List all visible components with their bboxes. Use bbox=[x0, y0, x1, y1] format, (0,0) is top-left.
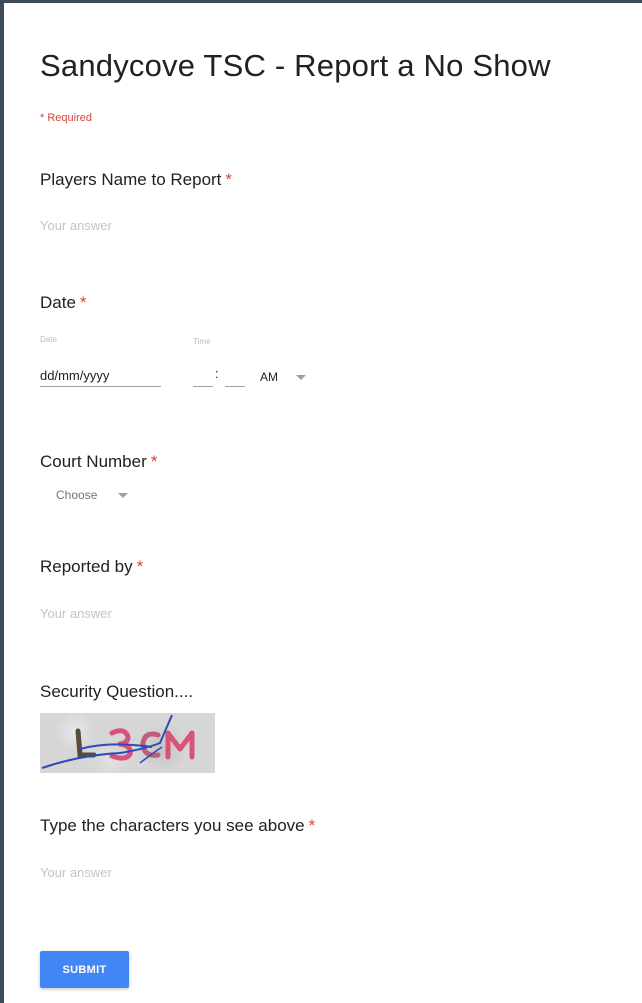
question-captcha-answer: Type the characters you see above * bbox=[40, 816, 315, 836]
ampm-value: AM bbox=[260, 370, 278, 384]
captcha-answer-input[interactable]: Your answer bbox=[40, 865, 112, 880]
question-security: Security Question.... bbox=[40, 682, 194, 701]
court-number-selected: Choose bbox=[56, 488, 98, 502]
chevron-down-icon[interactable] bbox=[296, 375, 306, 380]
hour-input[interactable] bbox=[193, 369, 213, 387]
date-input[interactable]: dd/mm/yyyy bbox=[40, 368, 161, 387]
time-sublabel: Time bbox=[193, 337, 211, 346]
question-label: Reported by bbox=[40, 557, 133, 576]
question-date: Date * bbox=[40, 293, 87, 313]
form-title: Sandycove TSC - Report a No Show bbox=[40, 48, 551, 83]
court-number-select[interactable]: Choose bbox=[56, 488, 97, 502]
submit-button[interactable]: SUBMIT bbox=[40, 951, 129, 988]
question-players-name: Players Name to Report * bbox=[40, 170, 232, 190]
question-label: Players Name to Report bbox=[40, 170, 222, 189]
question-court-number: Court Number * bbox=[40, 452, 157, 472]
required-marker: * bbox=[150, 452, 158, 471]
question-reported-by: Reported by * bbox=[40, 557, 143, 577]
required-marker: * bbox=[308, 816, 316, 835]
ampm-select[interactable]: AM bbox=[260, 370, 278, 384]
question-label: Court Number bbox=[40, 452, 147, 471]
required-marker: * bbox=[225, 170, 233, 189]
captcha-graphic bbox=[41, 714, 195, 769]
players-name-input[interactable]: Your answer bbox=[40, 218, 112, 233]
question-label: Date bbox=[40, 293, 76, 312]
required-note: * Required bbox=[40, 112, 92, 124]
question-label: Type the characters you see above bbox=[40, 816, 305, 835]
reported-by-input[interactable]: Your answer bbox=[40, 606, 112, 621]
required-marker: * bbox=[79, 293, 87, 312]
date-sublabel: Date bbox=[40, 335, 57, 344]
chevron-down-icon[interactable] bbox=[118, 493, 128, 498]
required-marker: * bbox=[136, 557, 144, 576]
time-separator: : bbox=[215, 366, 219, 381]
captcha-image bbox=[40, 713, 215, 773]
minute-input[interactable] bbox=[225, 369, 245, 387]
